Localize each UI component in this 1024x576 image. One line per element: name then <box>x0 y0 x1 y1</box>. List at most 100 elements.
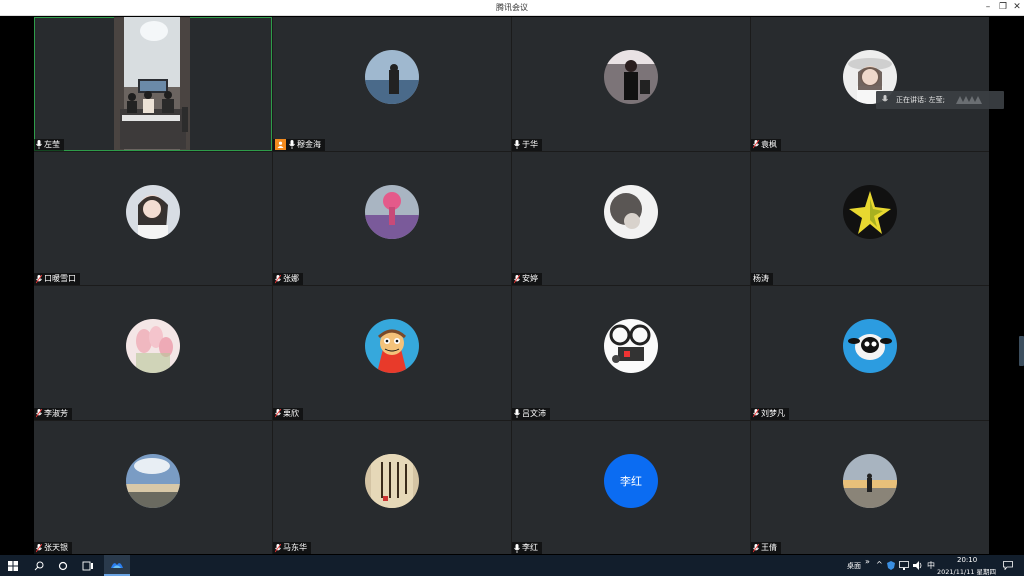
participant-avatar <box>365 184 419 239</box>
microphone-muted-icon <box>36 409 42 418</box>
participant-avatar <box>365 453 419 508</box>
participant-nameplate: 安婷 <box>512 273 542 285</box>
microphone-icon <box>514 140 520 149</box>
participant-avatar <box>843 453 897 508</box>
security-shield-icon[interactable] <box>886 555 896 576</box>
chevron-up-icon[interactable]: ^ <box>876 560 883 569</box>
microphone-muted-icon <box>275 409 281 418</box>
participant-tile[interactable]: 左莹 <box>34 17 272 151</box>
participant-grid: 左莹 穆金海 于华 袁枫 口暖雪口 张娜 安婷 杨涛 李淑芳 栗欣 吕文沛 刘梦… <box>34 17 989 554</box>
participant-name: 吕文沛 <box>522 408 546 418</box>
more-icon[interactable]: » <box>865 557 870 566</box>
volume-icon[interactable] <box>912 555 924 576</box>
microphone-muted-icon <box>275 543 281 552</box>
participant-tile[interactable]: 张天银 <box>34 420 272 554</box>
microphone-icon <box>514 409 520 418</box>
participant-name: 杨涛 <box>753 274 769 283</box>
participant-tile[interactable]: 张娜 <box>273 151 511 285</box>
window-title: 腾讯会议 <box>496 3 528 12</box>
participant-tile[interactable]: 于华 <box>512 17 750 151</box>
participant-nameplate: 口暖雪口 <box>34 273 80 285</box>
microphone-muted-icon <box>275 274 281 283</box>
participant-nameplate: 刘梦凡 <box>751 407 789 420</box>
participant-avatar <box>126 184 180 239</box>
participant-name: 安婷 <box>522 274 538 283</box>
microphone-icon <box>36 140 42 149</box>
cortana-icon[interactable] <box>52 555 74 576</box>
participant-name: 穆金海 <box>297 139 321 149</box>
participant-tile[interactable]: 马东华 <box>273 420 511 554</box>
participant-name: 马东华 <box>283 543 307 552</box>
participant-text-avatar: 李红 <box>604 453 658 508</box>
participant-nameplate: 李红 <box>512 542 542 554</box>
windows-start-icon[interactable] <box>0 555 26 576</box>
participant-nameplate: 于华 <box>512 138 542 151</box>
participant-nameplate: 马东华 <box>273 542 311 554</box>
microphone-muted-icon <box>753 409 759 418</box>
participant-nameplate: 李淑芳 <box>34 407 72 420</box>
participant-name: 王倩 <box>761 543 777 552</box>
participant-nameplate: 张天银 <box>34 542 72 554</box>
participant-tile[interactable]: 袁枫 <box>751 17 989 151</box>
participant-tile[interactable]: 李淑芳 <box>34 286 272 420</box>
notification-icon[interactable] <box>998 555 1018 576</box>
desktop-label[interactable]: 桌面 <box>847 561 861 571</box>
participant-avatar <box>604 184 658 239</box>
participant-nameplate: 栗欣 <box>273 407 303 420</box>
microphone-muted-icon <box>36 274 42 283</box>
participant-avatar <box>843 319 897 374</box>
minimize-icon[interactable]: – <box>980 0 996 16</box>
participant-tile[interactable]: 穆金海 <box>273 17 511 151</box>
microphone-muted-icon <box>514 274 520 283</box>
task-view-icon[interactable] <box>76 555 100 576</box>
participant-name: 李红 <box>522 543 538 552</box>
microphone-muted-icon <box>753 543 759 552</box>
participant-tile[interactable]: 栗欣 <box>273 286 511 420</box>
participant-tile[interactable]: 吕文沛 <box>512 286 750 420</box>
microphone-icon <box>514 543 520 553</box>
participant-avatar <box>126 319 180 374</box>
participant-video <box>114 17 190 150</box>
participant-name: 袁枫 <box>761 139 777 149</box>
microphone-muted-icon <box>36 543 42 552</box>
ime-indicator[interactable]: 中 <box>927 560 935 571</box>
participant-avatar <box>365 50 419 105</box>
participant-tile[interactable]: 口暖雪口 <box>34 151 272 285</box>
participant-nameplate: 张娜 <box>273 273 303 285</box>
host-icon <box>275 139 286 150</box>
search-icon[interactable] <box>28 555 50 576</box>
side-panel-handle[interactable] <box>1019 336 1024 366</box>
window-title-bar: 腾讯会议 – ❐ ✕ <box>0 0 1024 16</box>
clock-date[interactable]: 2021/11/11 星期四 <box>937 566 996 576</box>
close-icon[interactable]: ✕ <box>1009 0 1024 16</box>
participant-name: 刘梦凡 <box>761 408 785 418</box>
participant-nameplate: 袁枫 <box>751 138 781 151</box>
participant-avatar <box>126 453 180 508</box>
participant-nameplate: 杨涛 <box>751 273 773 285</box>
participant-tile[interactable]: 王倩 <box>751 420 989 554</box>
clock-time[interactable]: 20:10 <box>957 556 977 564</box>
participant-tile[interactable]: 李红 李红 <box>512 420 750 554</box>
participant-avatar <box>843 184 897 239</box>
desktop-screen: 腾讯会议 – ❐ ✕ 左莹 穆金海 于华 袁枫 口暖雪口 张娜 安婷 杨涛 李淑… <box>0 0 1024 576</box>
participant-avatar <box>604 50 658 105</box>
participant-name: 左莹 <box>44 139 60 149</box>
participant-avatar <box>604 319 658 374</box>
participant-tile[interactable]: 刘梦凡 <box>751 286 989 420</box>
participant-nameplate: 左莹 <box>34 138 64 151</box>
participant-name: 口暖雪口 <box>44 274 76 283</box>
microphone-icon <box>882 95 888 102</box>
microphone-icon <box>289 140 295 149</box>
participant-name: 李淑芳 <box>44 408 68 418</box>
participant-nameplate: 王倩 <box>751 542 781 554</box>
tencent-meeting-taskbar-icon[interactable] <box>104 555 130 576</box>
participant-tile[interactable]: 安婷 <box>512 151 750 285</box>
participant-nameplate: 吕文沛 <box>512 407 550 420</box>
network-icon[interactable] <box>898 555 910 576</box>
participant-name: 张娜 <box>283 274 299 283</box>
microphone-muted-icon <box>753 140 759 149</box>
participant-avatar <box>365 319 419 374</box>
speaking-indicator: 正在讲话: 左莹; <box>876 91 1004 109</box>
participant-tile[interactable]: 杨涛 <box>751 151 989 285</box>
audio-level-icon <box>956 96 982 104</box>
